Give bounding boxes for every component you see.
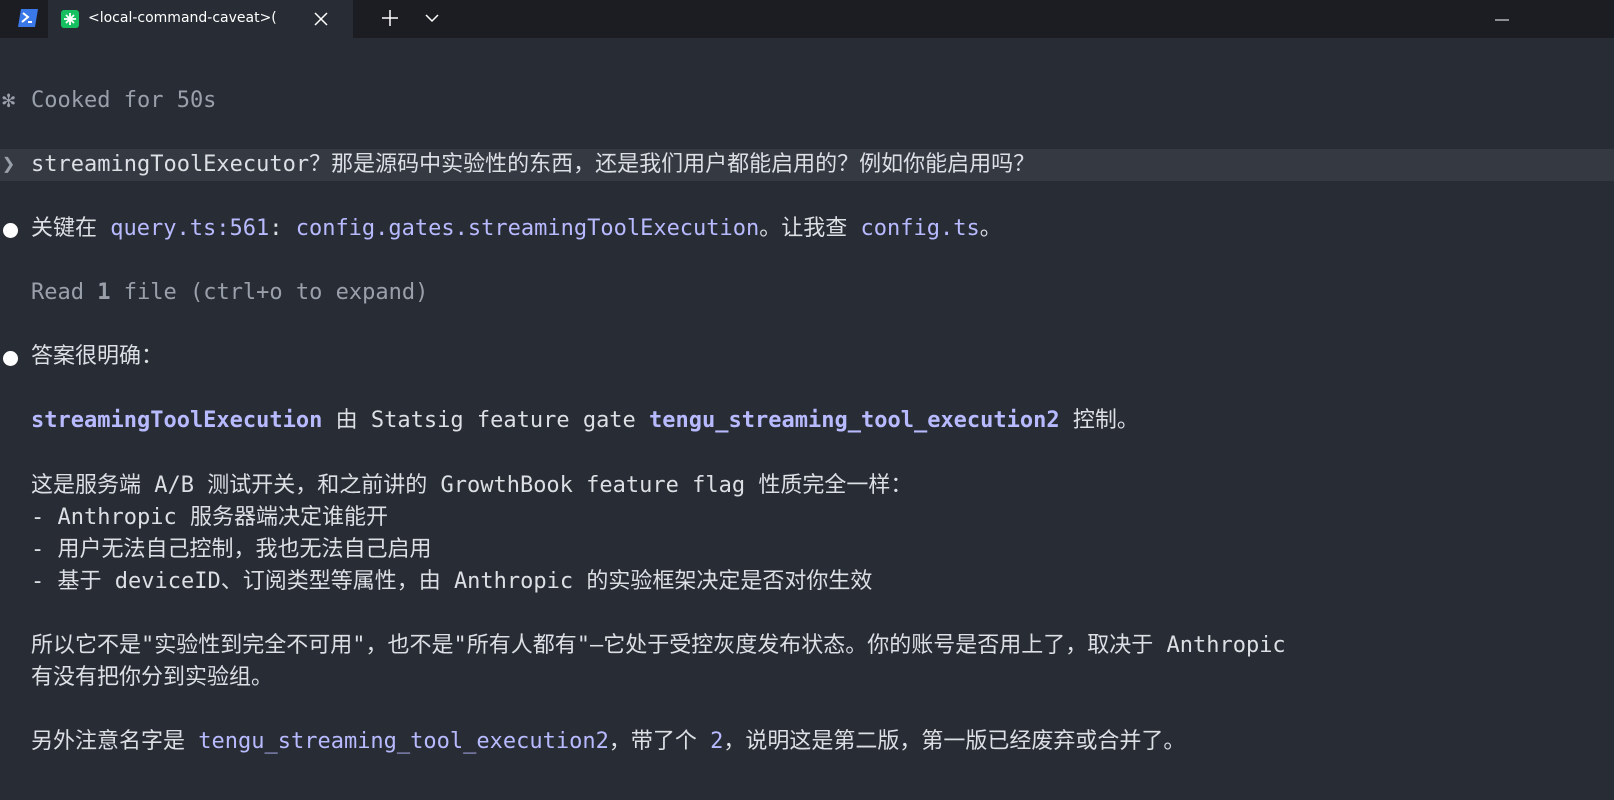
tab-bar: <local-command-caveat>( [0,0,1614,38]
code-term: streamingToolExecution [31,408,323,433]
tool-result[interactable]: Read 1 file (ctrl+o to expand) [31,277,428,309]
gate-name: tengu_streaming_tool_execution2 [198,729,609,754]
list-item: - 用户无法自己控制，我也无法自己启用 [31,537,432,562]
tool-result-text: file (ctrl+o to expand) [110,280,429,305]
close-icon[interactable] [310,8,332,30]
bullet-icon [3,223,18,238]
version-number: 2 [710,729,724,754]
paragraph-3: 另外注意名字是 tengu_streaming_tool_execution2，… [31,726,1185,758]
chevron-down-icon[interactable] [423,9,441,27]
tool-result-text: Read [31,280,98,305]
bullet-icon [3,351,18,366]
message-text: 另外注意名字是 [31,729,199,754]
prompt-chevron-icon: ❯ [2,152,16,177]
message-text: 关键在 [31,216,111,241]
status-text: Cooked for 50s [31,88,217,113]
paragraph-2-line-2: 有没有把你分到实验组。 [31,665,274,690]
minimize-icon[interactable] [1495,8,1509,21]
message-text: : [269,216,296,241]
gate-line: streamingToolExecution 由 Statsig feature… [31,405,1139,437]
assistant-message-1: 关键在 query.ts:561: config.gates.streaming… [31,213,1002,245]
terminal-output[interactable]: ✻ Cooked for 50s ❯ streamingToolExecutor… [0,38,1614,800]
message-text: ，带了个 [608,729,711,754]
active-tab[interactable]: <local-command-caveat>( [48,0,353,38]
code-ref: config.gates.streamingToolExecution [295,216,760,241]
spinner-icon: ✻ [2,88,16,113]
app-icon [61,10,79,28]
code-ref: config.ts [860,216,980,241]
list-item: - Anthropic 服务器端决定谁能开 [31,505,388,530]
plus-icon[interactable] [380,8,400,28]
user-prompt: streamingToolExecutor？那是源码中实验性的东西，还是我们用户… [31,152,1036,177]
message-text: 。 [979,216,1002,241]
message-text: 由 Statsig feature gate [322,408,650,433]
gate-name: tengu_streaming_tool_execution2 [649,408,1060,433]
code-ref: query.ts:561 [110,216,270,241]
powershell-icon[interactable] [17,8,39,28]
paragraph-1: 这是服务端 A/B 测试开关，和之前讲的 GrowthBook feature … [31,473,913,498]
list-item: - 基于 deviceID、订阅类型等属性，由 Anthropic 的实验框架决… [31,569,873,594]
paragraph-2-line-1: 所以它不是"实验性到完全不可用"，也不是"所有人都有"—它处于受控灰度发布状态。… [31,633,1286,658]
message-text: ，说明这是第二版，第一版已经废弃或合并了。 [723,729,1186,754]
assistant-message-2-heading: 答案很明确： [31,344,164,369]
message-text: 控制。 [1059,408,1139,433]
message-text: 。让我查 [759,216,861,241]
file-count: 1 [97,280,111,305]
tab-title: <local-command-caveat>( [88,10,277,26]
